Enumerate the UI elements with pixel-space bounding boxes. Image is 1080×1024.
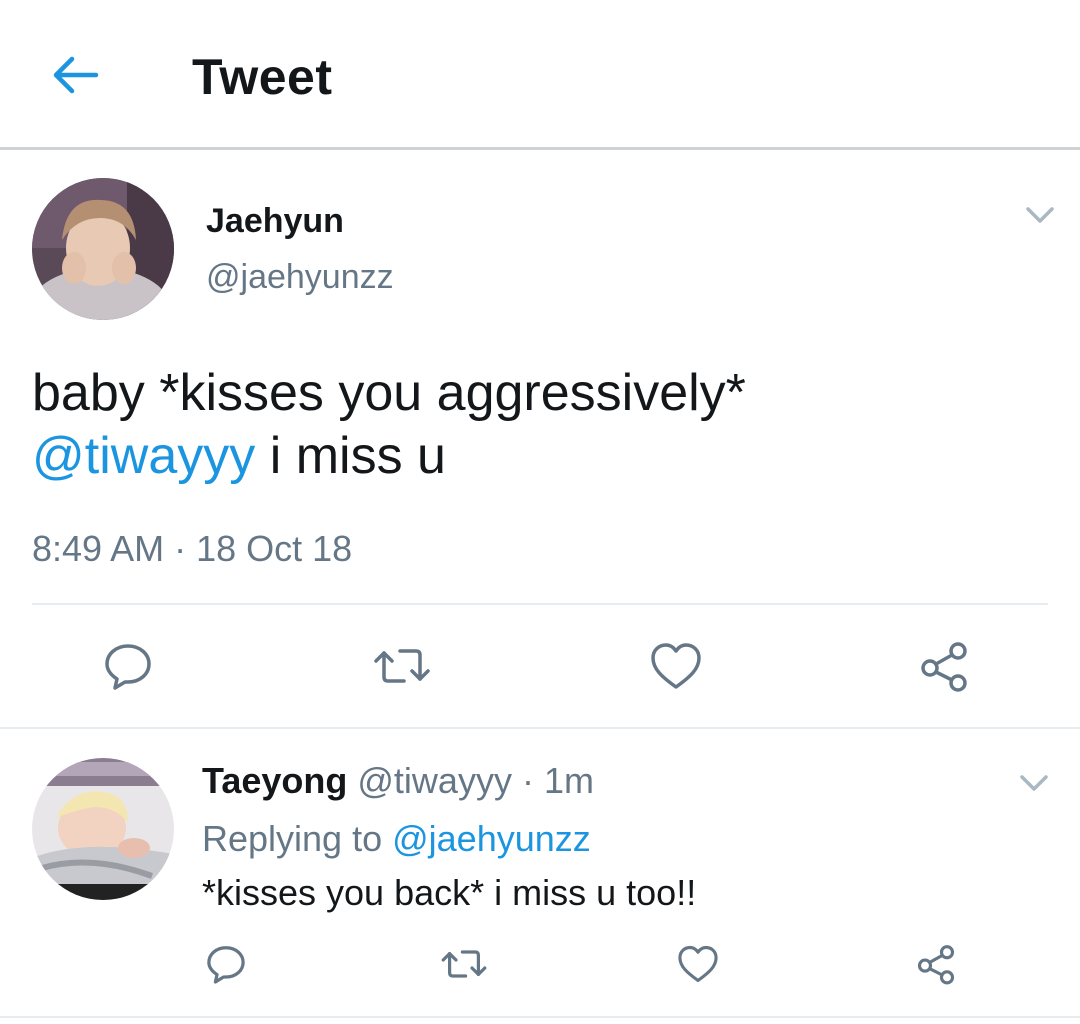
top-bar: Tweet: [0, 0, 1080, 150]
share-button[interactable]: [912, 940, 960, 988]
reply-button[interactable]: [202, 940, 250, 988]
chevron-down-icon: [1026, 207, 1054, 223]
tweet-text-line2: @tiwayyy i miss u: [32, 425, 1042, 488]
display-name[interactable]: Jaehyun: [206, 202, 344, 241]
replying-to: Replying to @jaehyunzz: [202, 818, 591, 860]
profile-photo: [32, 178, 174, 320]
like-button[interactable]: [646, 636, 706, 696]
like-button[interactable]: [674, 940, 722, 988]
reply-button[interactable]: [98, 636, 158, 696]
share-button[interactable]: [914, 636, 974, 696]
tweet-text-line1: baby *kisses you aggressively*: [32, 364, 746, 422]
divider: [0, 727, 1080, 729]
avatar[interactable]: [32, 758, 174, 900]
share-icon: [917, 945, 955, 985]
tweet-menu-button[interactable]: [1020, 200, 1060, 230]
tweet-age[interactable]: 1m: [544, 760, 594, 801]
user-handle[interactable]: @jaehyunzz: [206, 258, 394, 297]
avatar[interactable]: [32, 178, 174, 320]
mention-link[interactable]: @tiwayyy: [32, 427, 255, 485]
retweet-icon: [374, 649, 430, 683]
retweet-button[interactable]: [440, 940, 488, 988]
arrow-left-icon: [53, 56, 99, 94]
display-name[interactable]: Taeyong: [202, 760, 347, 801]
retweet-icon: [441, 950, 487, 978]
like-icon: [678, 945, 718, 983]
tweet-text: baby *kisses you aggressively* @tiwayyy …: [32, 362, 1042, 488]
tweet-text: *kisses you back* i miss u too!!: [202, 872, 697, 913]
mention-link[interactable]: @jaehyunzz: [392, 818, 591, 859]
back-button[interactable]: [46, 50, 106, 100]
reply-header: Taeyong @tiwayyy · 1m: [202, 760, 594, 802]
like-icon: [651, 643, 701, 689]
reply-icon: [105, 644, 151, 690]
user-handle[interactable]: @tiwayyy: [357, 760, 512, 801]
profile-photo: [32, 758, 174, 900]
divider: [32, 603, 1048, 605]
tweet-timestamp[interactable]: 8:49 AM · 18 Oct 18: [32, 528, 352, 570]
replying-to-label: Replying to: [202, 818, 393, 859]
share-icon: [921, 642, 967, 692]
divider: [0, 1016, 1080, 1018]
tweet-menu-button[interactable]: [1014, 768, 1054, 798]
meta-separator: ·: [511, 760, 544, 801]
reply-icon: [207, 946, 245, 984]
tweet-text-rest: i miss u: [255, 427, 446, 485]
retweet-button[interactable]: [372, 636, 432, 696]
chevron-down-icon: [1020, 775, 1048, 791]
page-title: Tweet: [192, 49, 333, 105]
